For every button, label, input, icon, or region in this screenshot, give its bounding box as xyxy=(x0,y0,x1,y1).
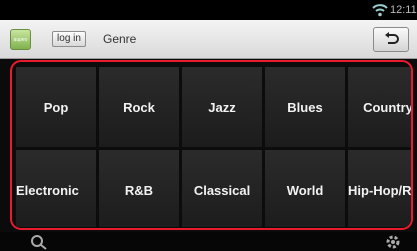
status-clock: 12:11 xyxy=(390,4,417,16)
search-icon[interactable] xyxy=(30,234,48,250)
back-arrow-icon xyxy=(385,32,399,44)
login-button[interactable]: log in xyxy=(52,31,86,47)
genre-tile-country[interactable]: Country xyxy=(348,67,411,147)
genre-tile-world[interactable]: World xyxy=(265,150,345,227)
settings-icon[interactable] xyxy=(384,233,402,251)
genre-tile-rock[interactable]: Rock xyxy=(99,67,179,147)
genre-tile-electronic[interactable]: Electronic xyxy=(16,150,96,227)
genre-tile-classical[interactable]: Classical xyxy=(182,150,262,227)
status-bar: 12:11 xyxy=(0,0,417,20)
genre-tile-blues[interactable]: Blues xyxy=(265,67,345,147)
app-icon[interactable]: aupeo xyxy=(10,29,31,50)
header-bar: aupeo log in Genre xyxy=(0,20,417,59)
genre-tile-hiphop-rap[interactable]: Hip-Hop/Rap xyxy=(348,150,411,227)
genre-tile-jazz[interactable]: Jazz xyxy=(182,67,262,147)
page-title: Genre xyxy=(103,32,137,46)
genre-tile-rnb[interactable]: R&B xyxy=(99,150,179,227)
genre-panel: Pop Rock Jazz Blues Country Electronic R… xyxy=(10,60,413,230)
genre-grid: Pop Rock Jazz Blues Country Electronic R… xyxy=(16,67,411,227)
bottom-bar xyxy=(0,232,417,251)
genre-tile-pop[interactable]: Pop xyxy=(16,67,96,147)
back-button[interactable] xyxy=(373,27,409,52)
wifi-icon xyxy=(372,4,388,17)
